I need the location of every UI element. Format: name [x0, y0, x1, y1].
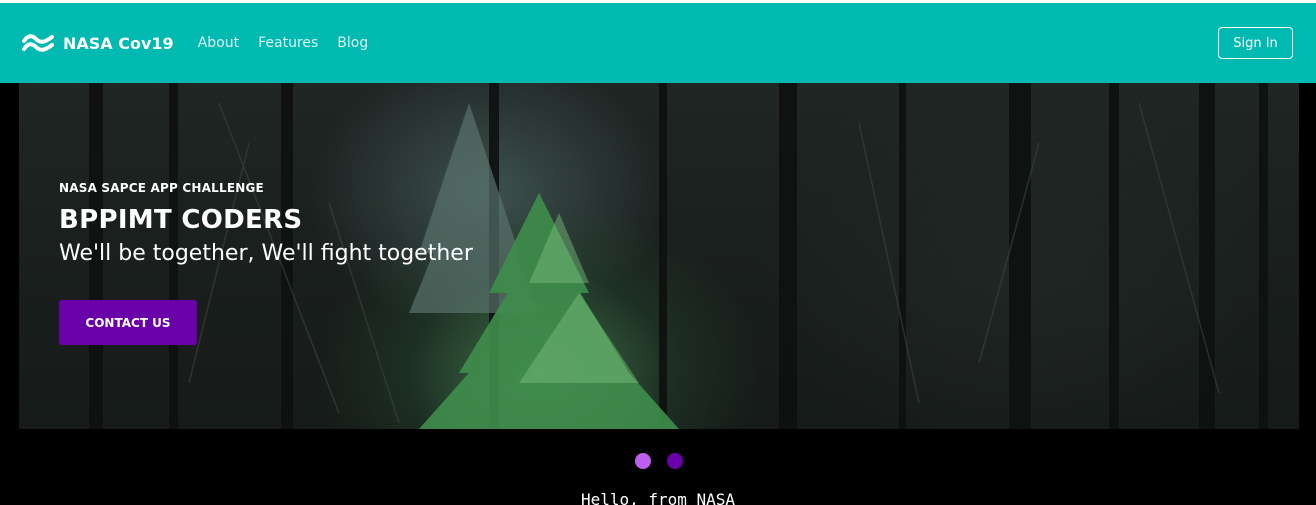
sign-in-button[interactable]: Sign In [1218, 27, 1293, 59]
nav-link-blog[interactable]: Blog [337, 35, 368, 51]
navbar: NASA Cov19 About Features Blog Sign In [0, 3, 1316, 83]
hello-text: Hello, from NASA [580, 490, 736, 505]
nav-link-features[interactable]: Features [258, 35, 318, 51]
carousel-dot-1[interactable] [635, 453, 651, 469]
wave-logo-icon [22, 34, 54, 52]
hero-title: BPPIMT CODERS [59, 205, 303, 235]
carousel-dots [635, 453, 699, 469]
nav-link-about[interactable]: About [198, 35, 239, 51]
nav-links: About Features Blog [198, 35, 388, 51]
hero-subtitle: We'll be together, We'll fight together [59, 241, 473, 266]
brand-link[interactable]: NASA Cov19 [22, 32, 174, 54]
contact-us-button[interactable]: CONTACT US [59, 300, 197, 345]
carousel-dot-2[interactable] [667, 453, 683, 469]
hero-banner: NASA SAPCE APP CHALLENGE BPPIMT CODERS W… [19, 83, 1299, 429]
brand-name: NASA Cov19 [63, 33, 174, 53]
hero-kicker: NASA SAPCE APP CHALLENGE [59, 181, 264, 195]
